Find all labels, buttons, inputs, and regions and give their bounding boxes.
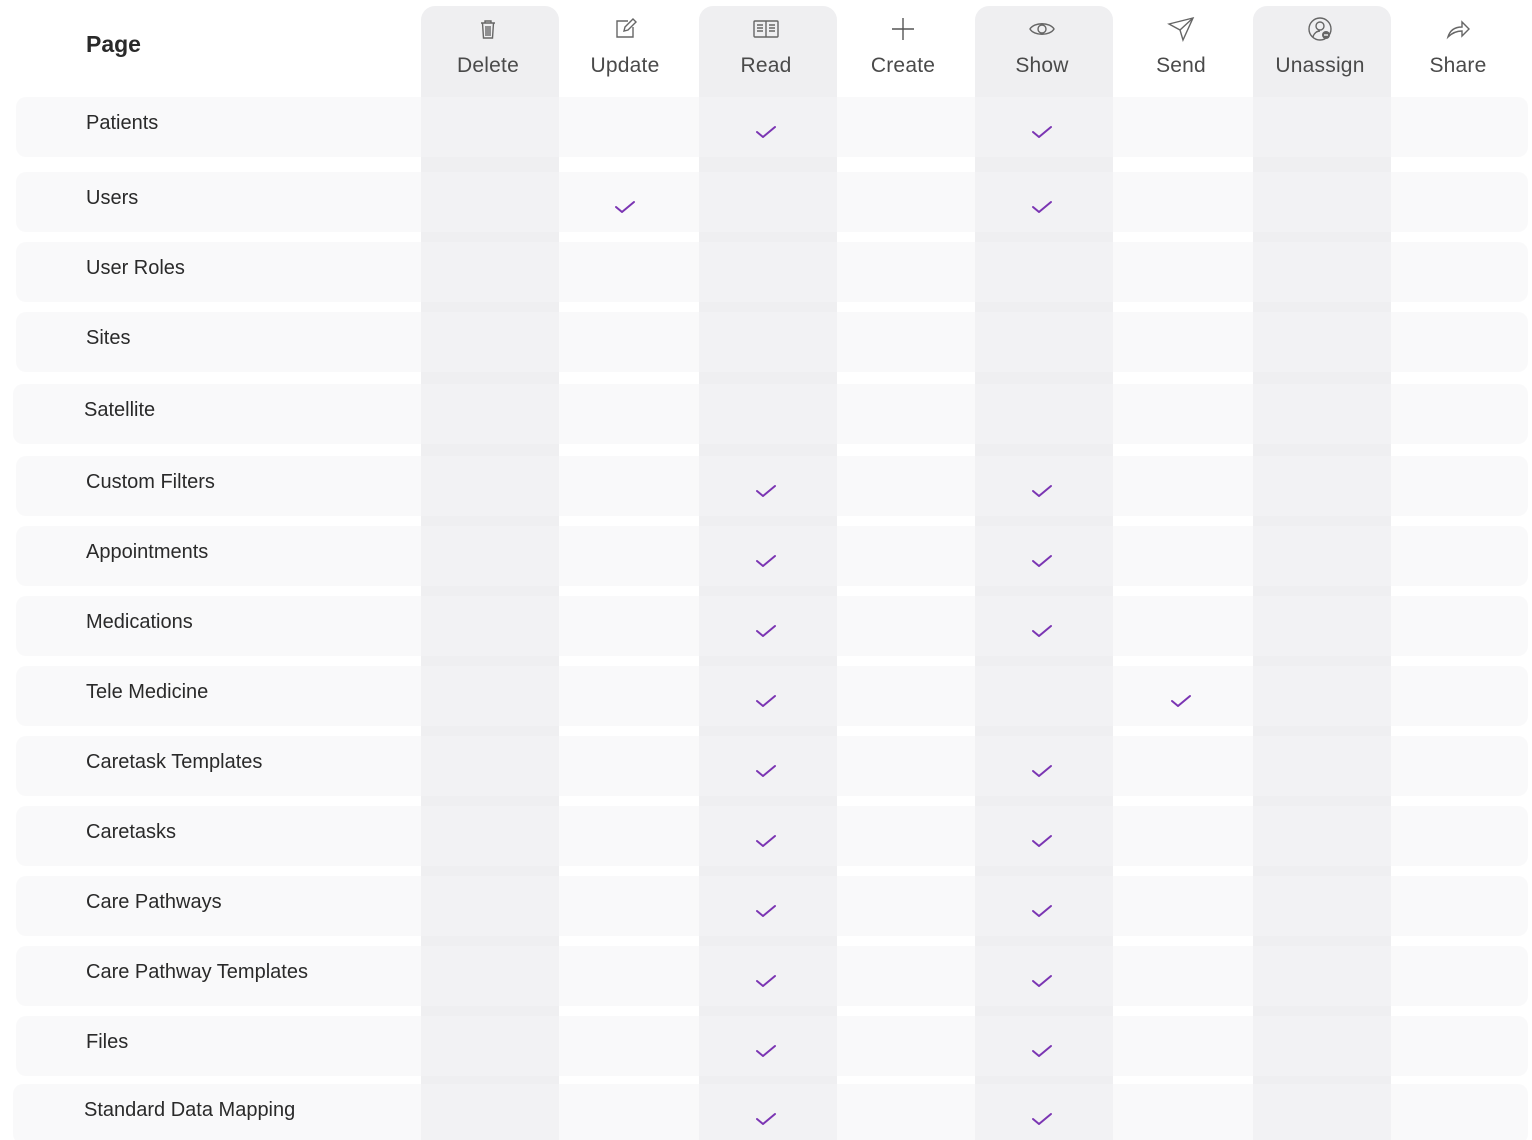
- plus-icon: [888, 14, 918, 44]
- checkmark-icon[interactable]: [755, 484, 777, 498]
- checkmark-icon[interactable]: [755, 125, 777, 139]
- checkmark-icon[interactable]: [755, 834, 777, 848]
- row-label: Custom Filters: [86, 471, 215, 493]
- table-row: [13, 384, 1528, 444]
- checkmark-icon[interactable]: [1031, 1044, 1053, 1058]
- column-label-unassign: Unassign: [1275, 54, 1365, 77]
- row-label: Users: [86, 187, 139, 209]
- row-label: Sites: [86, 327, 131, 349]
- checkmark-icon[interactable]: [755, 1112, 777, 1126]
- column-header-delete: Delete: [418, 14, 558, 94]
- row-label: Care Pathways: [86, 891, 222, 913]
- row-label: Tele Medicine: [86, 681, 209, 703]
- row-label: Patients: [86, 112, 159, 134]
- checkmark-icon[interactable]: [1170, 694, 1192, 708]
- checkmark-icon[interactable]: [755, 764, 777, 778]
- row-label: Satellite: [84, 399, 156, 421]
- column-label-share: Share: [1429, 54, 1487, 77]
- column-header-show: Show: [972, 14, 1112, 94]
- table-row: [16, 312, 1528, 372]
- row-label: User Roles: [86, 257, 185, 279]
- trash-icon: [473, 14, 503, 44]
- row-label: Medications: [86, 611, 193, 633]
- column-header-update: Update: [555, 14, 695, 94]
- column-header-read: Read: [696, 14, 836, 94]
- permissions-matrix: Page Delete Update Read Create Show Send Unass…: [0, 0, 1532, 1140]
- share-icon: [1443, 14, 1473, 44]
- column-label-update: Update: [590, 54, 660, 77]
- table-row: [16, 242, 1528, 302]
- checkmark-icon[interactable]: [1031, 764, 1053, 778]
- user-remove-icon: [1305, 14, 1335, 44]
- paper-plane-icon: [1166, 14, 1196, 44]
- column-label-read: Read: [740, 54, 792, 77]
- column-label-show: Show: [1015, 54, 1069, 77]
- edit-icon: [610, 14, 640, 44]
- column-header-send: Send: [1111, 14, 1251, 94]
- checkmark-icon[interactable]: [755, 694, 777, 708]
- checkmark-icon[interactable]: [755, 624, 777, 638]
- checkmark-icon[interactable]: [1031, 554, 1053, 568]
- row-label: Appointments: [86, 541, 209, 563]
- checkmark-icon[interactable]: [755, 1044, 777, 1058]
- row-label: Files: [86, 1031, 129, 1053]
- checkmark-icon[interactable]: [1031, 200, 1053, 214]
- row-label: Care Pathway Templates: [86, 961, 308, 983]
- checkmark-icon[interactable]: [1031, 834, 1053, 848]
- row-label: Caretasks: [86, 821, 177, 843]
- column-label-send: Send: [1156, 54, 1206, 77]
- column-label-create: Create: [870, 54, 936, 77]
- column-header-unassign: Unassign: [1250, 14, 1390, 94]
- column-label-delete: Delete: [457, 54, 519, 77]
- checkmark-icon[interactable]: [614, 200, 636, 214]
- checkmark-icon[interactable]: [755, 904, 777, 918]
- column-header-share: Share: [1388, 14, 1528, 94]
- book-icon: [751, 14, 781, 44]
- checkmark-icon[interactable]: [1031, 974, 1053, 988]
- checkmark-icon[interactable]: [755, 554, 777, 568]
- table-row: [16, 172, 1528, 232]
- checkmark-icon[interactable]: [1031, 904, 1053, 918]
- checkmark-icon[interactable]: [1031, 484, 1053, 498]
- checkmark-icon[interactable]: [1031, 624, 1053, 638]
- checkmark-icon[interactable]: [755, 974, 777, 988]
- checkmark-icon[interactable]: [1031, 125, 1053, 139]
- eye-icon: [1027, 14, 1057, 44]
- row-label: Caretask Templates: [86, 751, 263, 773]
- page-column-header: Page: [86, 31, 141, 57]
- row-label: Standard Data Mapping: [84, 1099, 296, 1121]
- column-header-create: Create: [833, 14, 973, 94]
- checkmark-icon[interactable]: [1031, 1112, 1053, 1126]
